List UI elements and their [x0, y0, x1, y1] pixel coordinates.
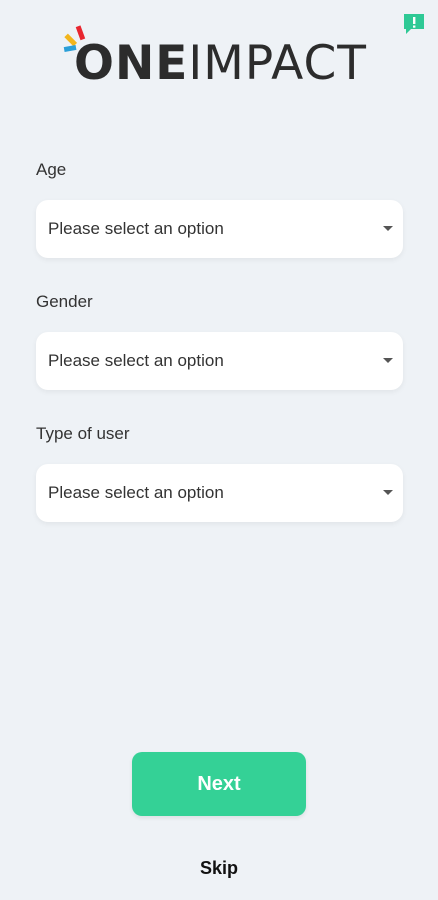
dropdown-caret-icon — [383, 358, 393, 363]
user-type-label: Type of user — [36, 424, 130, 443]
gender-label: Gender — [36, 292, 93, 311]
age-select-value: Please select an option — [48, 219, 224, 238]
user-type-select-value: Please select an option — [48, 483, 224, 502]
next-button[interactable]: Next — [132, 752, 306, 816]
dropdown-caret-icon — [383, 226, 393, 231]
feedback-icon[interactable] — [402, 12, 426, 36]
age-select[interactable]: Please select an option — [36, 200, 403, 258]
logo-part-impact: IMPACT — [188, 36, 368, 91]
dropdown-caret-icon — [383, 490, 393, 495]
gender-select-value: Please select an option — [48, 351, 224, 370]
gender-select[interactable]: Please select an option — [36, 332, 403, 390]
user-type-select[interactable]: Please select an option — [36, 464, 403, 522]
logo-part-one: ONE — [74, 36, 189, 91]
age-label: Age — [36, 160, 67, 179]
app-logo: ONEIMPACT — [62, 24, 366, 94]
logo-wordmark: ONEIMPACT — [74, 38, 367, 90]
skip-link[interactable]: Skip — [0, 858, 438, 879]
